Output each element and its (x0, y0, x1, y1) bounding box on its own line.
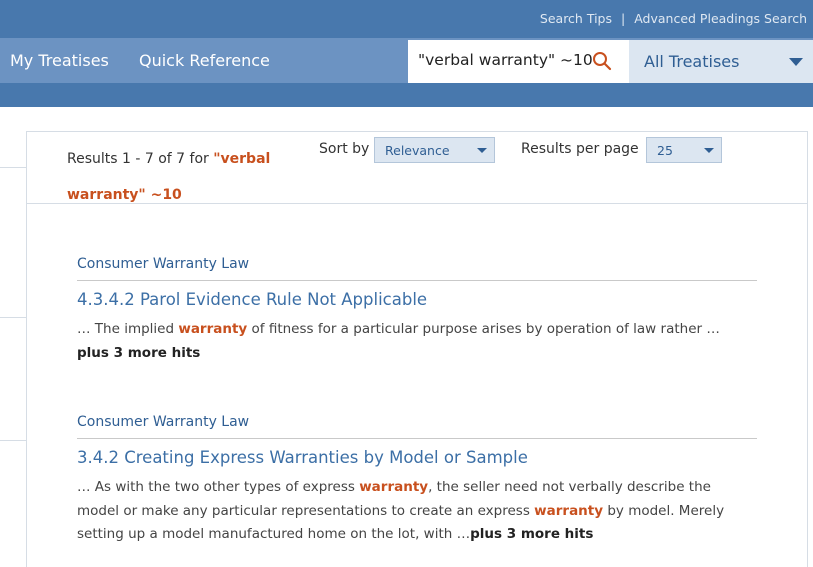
more-hits[interactable]: plus 3 more hits (77, 345, 757, 361)
results-per-page-value: 25 (657, 143, 673, 158)
sort-label: Sort by (319, 141, 370, 157)
chevron-down-icon (704, 148, 714, 153)
snippet-highlight: warranty (534, 502, 604, 519)
chevron-down-icon (789, 58, 803, 66)
search-input[interactable] (418, 51, 594, 69)
advanced-pleadings-search-link[interactable]: Advanced Pleadings Search (634, 11, 807, 26)
nav-my-treatises[interactable]: My Treatises (10, 51, 109, 70)
more-hits[interactable]: plus 3 more hits (470, 526, 593, 542)
results-per-page-label: Results per page (521, 141, 639, 157)
snippet-text: … The implied (77, 321, 179, 337)
left-panel (0, 131, 27, 567)
snippet-text: … As with the two other types of express (77, 479, 360, 495)
search-tips-link[interactable]: Search Tips (540, 11, 612, 26)
sort-select[interactable]: Relevance (374, 137, 495, 163)
chevron-down-icon (477, 148, 487, 153)
top-bar: Search Tips | Advanced Pleadings Search (0, 0, 813, 38)
link-separator: | (621, 11, 626, 26)
snippet-highlight: warranty (178, 321, 248, 337)
result-title[interactable]: 3.4.2 Creating Express Warranties by Mod… (77, 448, 757, 467)
header-strip (0, 83, 813, 107)
result-source[interactable]: Consumer Warranty Law (77, 256, 757, 281)
snippet-highlight: warranty (359, 479, 429, 495)
nav-quick-reference[interactable]: Quick Reference (139, 51, 270, 70)
left-panel-divider (0, 440, 26, 441)
left-panel-divider (0, 317, 26, 318)
result-snippet: … The implied warranty of fitness for a … (77, 318, 757, 342)
result-title[interactable]: 4.3.4.2 Parol Evidence Rule Not Applicab… (77, 290, 757, 309)
result-source[interactable]: Consumer Warranty Law (77, 414, 757, 439)
search-icon[interactable] (592, 51, 612, 71)
result-item: Consumer Warranty Law 4.3.4.2 Parol Evid… (77, 256, 757, 361)
left-panel-divider (0, 167, 26, 168)
results-count-prefix: Results 1 - 7 of 7 for (67, 151, 214, 167)
result-snippet: … As with the two other types of express… (77, 476, 757, 547)
results-per-page-select[interactable]: 25 (646, 137, 722, 163)
scope-label: All Treatises (644, 52, 740, 71)
result-item: Consumer Warranty Law 3.4.2 Creating Exp… (77, 414, 757, 547)
snippet-text: of fitness for a particular purpose aris… (247, 321, 720, 337)
scope-dropdown[interactable]: All Treatises (629, 40, 813, 83)
sort-value: Relevance (385, 143, 450, 158)
results-border (807, 204, 808, 567)
results-count: Results 1 - 7 of 7 for "verbal warranty"… (67, 141, 287, 213)
top-links: Search Tips | Advanced Pleadings Search (540, 11, 807, 26)
